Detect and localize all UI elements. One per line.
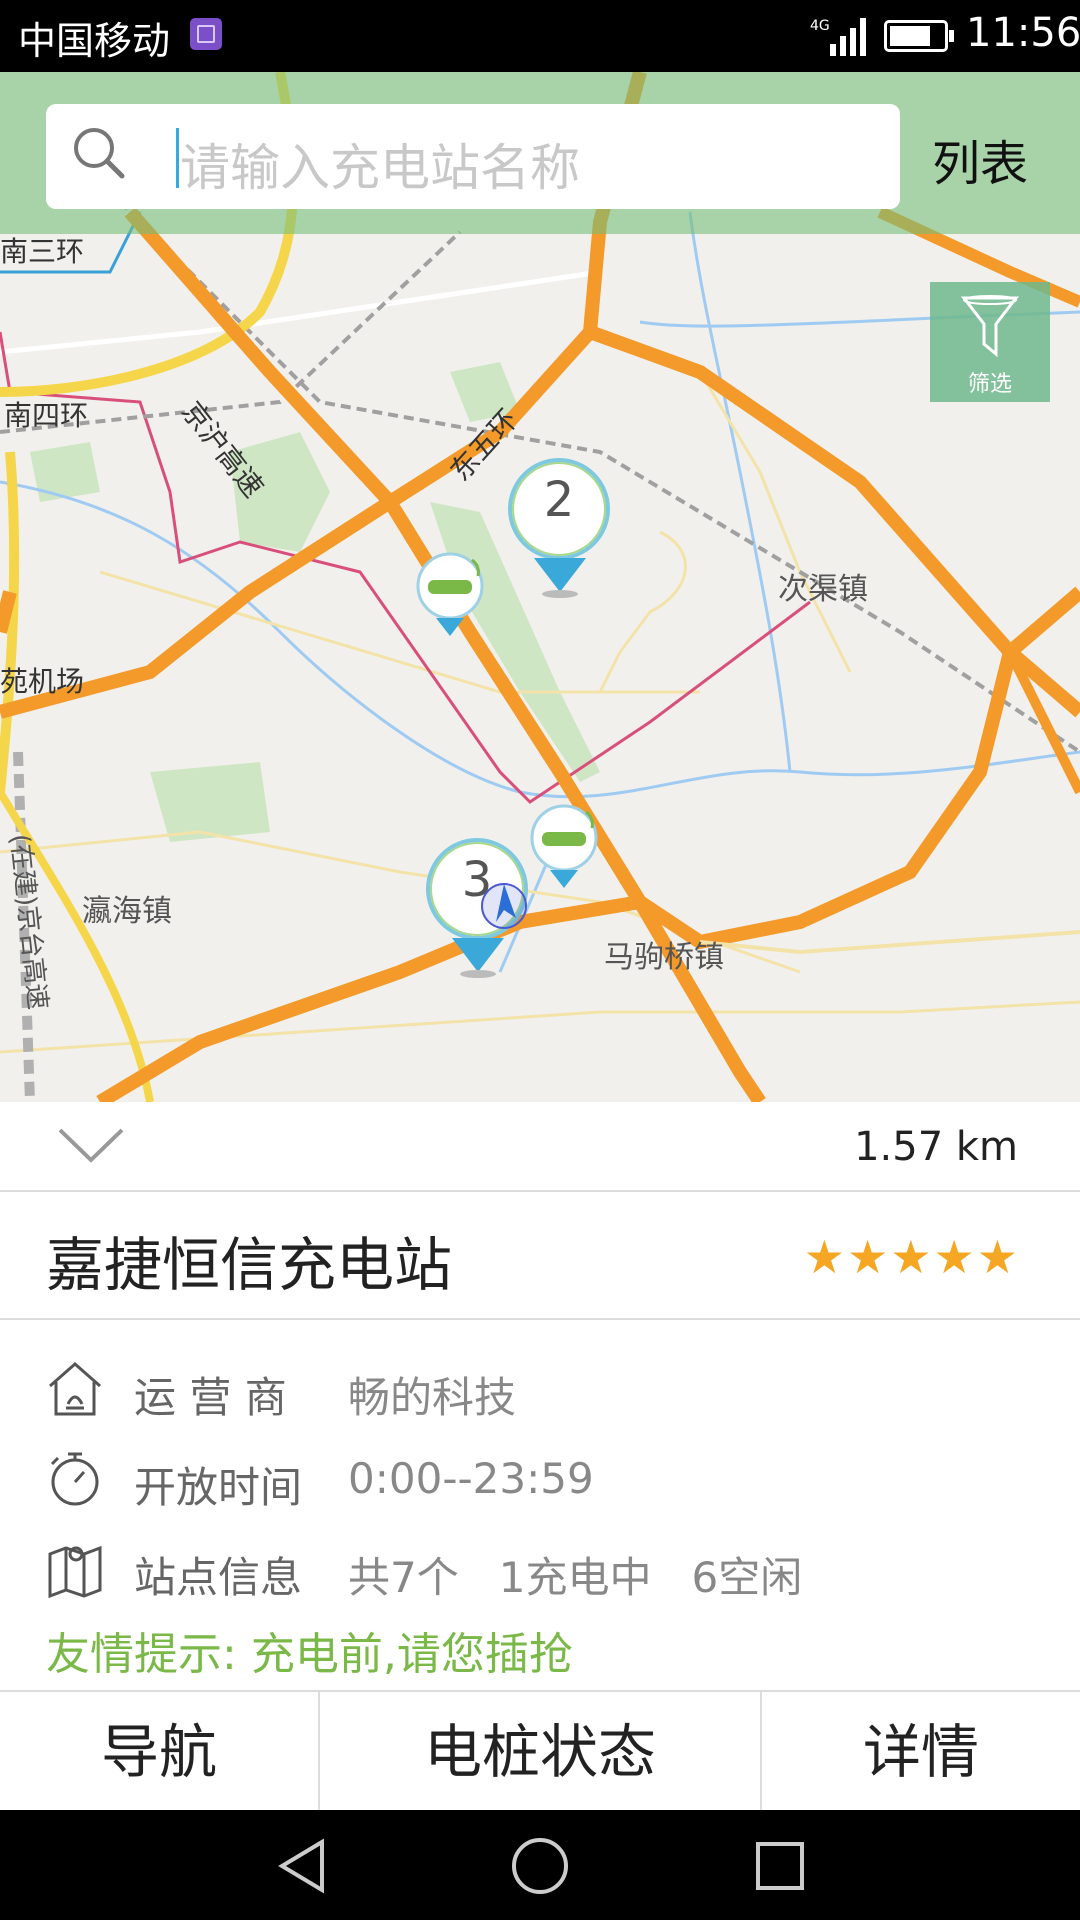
site-info-row: 站点信息 共7个 1充电中 6空闲 bbox=[0, 1532, 1080, 1612]
details-button[interactable]: 详情 bbox=[762, 1692, 1080, 1812]
network-type-label: 4G bbox=[810, 18, 830, 34]
site-info-label: 站点信息 bbox=[134, 1553, 303, 1602]
signal-icon: 4G bbox=[810, 18, 866, 56]
distance-label: 1.57 km bbox=[854, 1124, 1018, 1170]
current-location-icon bbox=[481, 883, 527, 929]
charging-station-pin[interactable] bbox=[414, 546, 494, 646]
home-circle-icon[interactable] bbox=[510, 1836, 570, 1896]
map-label-majuqiao-town: 马驹桥镇 bbox=[604, 940, 724, 975]
friendly-tip: 友情提示: 充电前,请您插抢 bbox=[46, 1618, 573, 1682]
operator-value: 畅的科技 bbox=[348, 1373, 517, 1422]
navigate-button[interactable]: 导航 bbox=[0, 1692, 318, 1812]
rating-stars: ★★★★★ bbox=[803, 1230, 1020, 1284]
pin-tail-icon bbox=[452, 938, 504, 978]
search-icon bbox=[74, 128, 125, 179]
map-icon bbox=[48, 1545, 102, 1598]
cluster-marker[interactable]: 2 bbox=[508, 458, 610, 608]
action-bar: 导航 电桩状态 详情 bbox=[0, 1690, 1080, 1812]
filter-button[interactable]: 筛选 bbox=[930, 282, 1050, 402]
text-cursor bbox=[176, 128, 179, 188]
house-icon bbox=[49, 1362, 101, 1416]
tip-label: 友情提示: bbox=[46, 1629, 237, 1680]
hours-label: 开放时间 bbox=[134, 1463, 303, 1512]
hours-value: 0:00--23:59 bbox=[348, 1454, 594, 1503]
system-nav-bar bbox=[0, 1810, 1080, 1920]
panel-header: 1.57 km bbox=[0, 1102, 1080, 1192]
site-info-value: 共7个 1充电中 6空闲 bbox=[348, 1553, 803, 1602]
station-name: 嘉捷恒信充电站 bbox=[46, 1231, 453, 1299]
operator-label: 运 营 商 bbox=[134, 1373, 287, 1422]
gallery-notification-icon bbox=[190, 18, 222, 50]
map-label-airport: 苑机场 bbox=[0, 665, 85, 698]
battery-icon bbox=[884, 20, 954, 52]
filter-label: 筛选 bbox=[967, 372, 1012, 397]
clock: 11:56 bbox=[966, 10, 1080, 56]
cluster-count: 2 bbox=[543, 472, 575, 528]
funnel-icon bbox=[960, 295, 1020, 358]
hours-row: 开放时间 0:00--23:59 bbox=[0, 1442, 1080, 1522]
station-header: 嘉捷恒信充电站 ★★★★★ bbox=[0, 1190, 1080, 1320]
charging-station-pin[interactable] bbox=[528, 798, 608, 898]
map-label-yinghai-town: 瀛海镇 bbox=[82, 894, 172, 929]
map-label-ciqu-town: 次渠镇 bbox=[778, 572, 868, 607]
operator-row: 运 营 商 畅的科技 bbox=[0, 1352, 1080, 1432]
status-bar: 中国移动 4G 11:56 bbox=[0, 0, 1080, 72]
carrier-name: 中国移动 bbox=[18, 19, 171, 63]
pile-status-button[interactable]: 电桩状态 bbox=[320, 1692, 760, 1812]
back-triangle-icon[interactable] bbox=[276, 1838, 328, 1894]
chevron-down-icon[interactable] bbox=[56, 1124, 126, 1168]
recents-square-icon[interactable] bbox=[754, 1840, 806, 1892]
search-input[interactable]: 请输入充电站名称 bbox=[180, 128, 580, 200]
list-button[interactable]: 列表 bbox=[932, 124, 1028, 194]
map-label-south-3rd-ring: 南三环 bbox=[0, 235, 85, 268]
stopwatch-icon bbox=[50, 1452, 99, 1506]
search-box[interactable]: 请输入充电站名称 bbox=[46, 104, 900, 209]
tip-text: 充电前,请您插抢 bbox=[250, 1629, 573, 1680]
pin-tail-icon bbox=[534, 558, 586, 598]
map-view[interactable]: 请输入充电站名称 列表 筛选 南三环 南四环 京沪高速 东五环 次渠镇 苑机场 … bbox=[0, 72, 1080, 1102]
map-label-south-4th-ring: 南四环 bbox=[4, 399, 89, 432]
